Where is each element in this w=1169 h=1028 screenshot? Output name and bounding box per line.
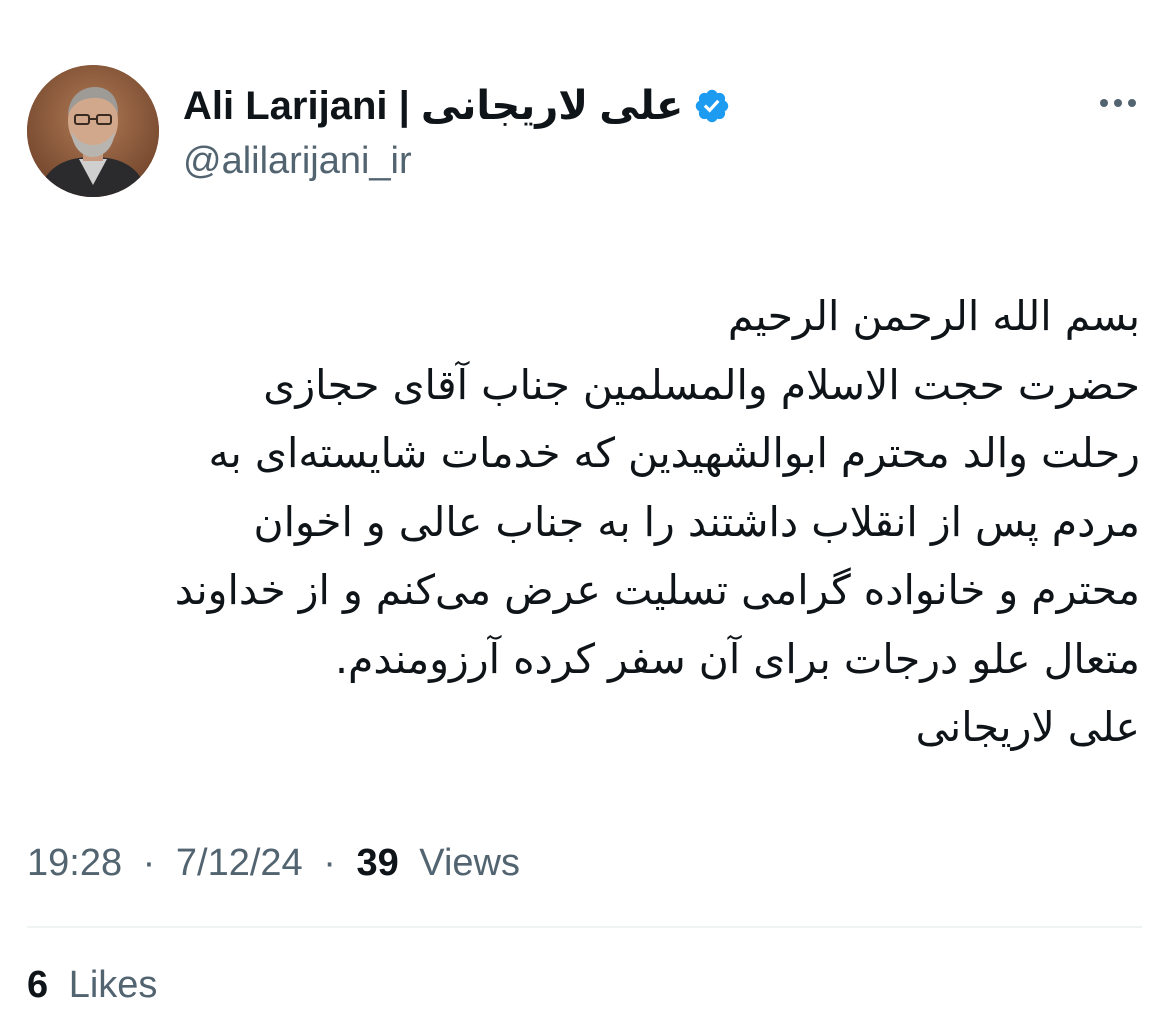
meta-separator: ·: [142, 842, 156, 884]
meta-separator: ·: [323, 842, 336, 884]
more-options-button[interactable]: [1090, 86, 1146, 120]
tweet-line: حضرت حجت الاسلام والمسلمین جناب آقای حجا…: [263, 360, 1140, 409]
verified-badge-icon: [693, 87, 731, 125]
likes-label: Likes: [68, 964, 158, 1006]
avatar[interactable]: [27, 65, 159, 197]
tweet-text: بسم الله الرحمن الرحیم حضرت حجت الاسلام …: [20, 282, 1140, 762]
views-label: Views: [419, 842, 520, 884]
likes-link[interactable]: 6 Likes: [27, 958, 167, 1012]
divider: [27, 926, 1142, 928]
tweet-line: متعال علو درجات برای آن سفر کرده آرزومند…: [334, 634, 1140, 683]
tweet-line: مردم پس از انقلاب داشتند را به جناب عالی…: [253, 497, 1140, 546]
author-handle[interactable]: @alilarijani_ir: [183, 136, 412, 186]
tweet-meta: 19:28 · 7/12/24 · 39 Views: [27, 836, 530, 890]
more-horizontal-icon: [1100, 99, 1108, 107]
tweet-line: علی لاریجانی: [915, 703, 1140, 751]
tweet-time[interactable]: 19:28: [27, 842, 122, 884]
tweet-line: بسم الله الرحمن الرحیم: [727, 292, 1140, 340]
likes-count: 6: [27, 964, 49, 1006]
more-horizontal-icon-dot: [1128, 99, 1136, 107]
tweet-line: محترم و خانواده گرامی تسلیت عرض می‌کنم و…: [174, 566, 1140, 614]
author-name-row[interactable]: Ali Larijani | علی لاریجانی: [183, 78, 731, 134]
avatar-photo: [27, 65, 159, 197]
views-count: 39: [356, 842, 399, 884]
more-horizontal-icon-dot: [1114, 99, 1122, 107]
tweet-date[interactable]: 7/12/24: [176, 842, 303, 884]
display-name[interactable]: Ali Larijani | علی لاریجانی: [183, 78, 683, 134]
tweet-line: رحلت والد محترم ابوالشهیدین که خدمات شای…: [208, 429, 1140, 477]
